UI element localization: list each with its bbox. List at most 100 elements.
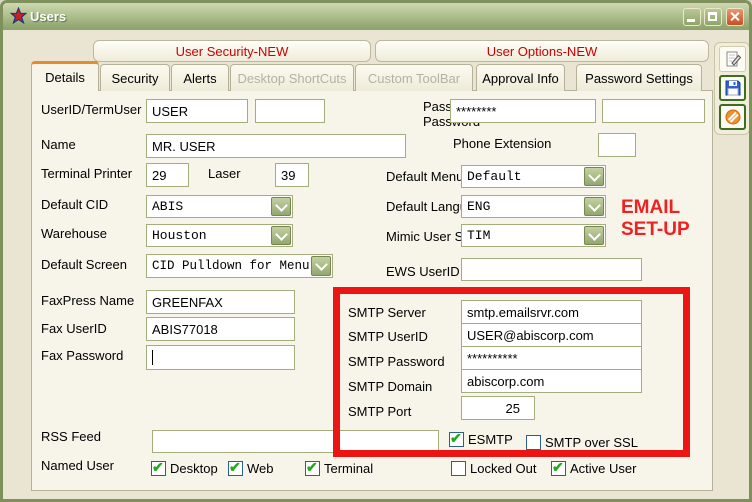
tab-alerts[interactable]: Alerts bbox=[171, 64, 229, 91]
checkmark-icon: ✔ bbox=[229, 459, 241, 476]
maximize-button[interactable] bbox=[704, 8, 722, 26]
tab-details[interactable]: Details bbox=[31, 61, 99, 91]
fax-password-input[interactable] bbox=[146, 345, 295, 370]
smtp-password-label: SMTP Password bbox=[348, 354, 445, 369]
tab-approval-info[interactable]: Approval Info bbox=[476, 64, 565, 91]
default-screen-select[interactable]: CID Pulldown for Menu bbox=[146, 254, 333, 278]
chevron-down-icon[interactable] bbox=[271, 197, 291, 216]
smtp-server-input[interactable] bbox=[461, 300, 642, 324]
web-label: Web bbox=[247, 461, 274, 476]
locked-out-checkbox[interactable] bbox=[451, 461, 466, 476]
fax-password-label: Fax Password bbox=[41, 348, 123, 363]
name-label: Name bbox=[41, 137, 76, 152]
title-bar[interactable]: Users bbox=[3, 3, 749, 30]
fax-userid-input[interactable] bbox=[146, 317, 295, 341]
esmtp-label: ESMTP bbox=[468, 432, 513, 447]
warehouse-select[interactable]: Houston bbox=[146, 224, 293, 247]
tab-desktop-shortcuts[interactable]: Desktop ShortCuts bbox=[230, 64, 354, 91]
smtp-over-ssl-checkbox[interactable] bbox=[526, 435, 541, 450]
default-menu-label: Default Menu bbox=[386, 169, 463, 184]
minimize-icon bbox=[687, 19, 695, 22]
active-user-label: Active User bbox=[570, 461, 636, 476]
smtp-port-input[interactable] bbox=[461, 396, 535, 420]
smtp-domain-label: SMTP Domain bbox=[348, 379, 432, 394]
faxpress-name-label: FaxPress Name bbox=[41, 293, 134, 308]
checkmark-icon: ✔ bbox=[450, 430, 462, 447]
smtp-server-label: SMTP Server bbox=[348, 305, 426, 320]
mimic-user-security-value: TIM bbox=[467, 228, 490, 243]
save-icon bbox=[724, 79, 742, 97]
default-language-value: ENG bbox=[467, 199, 490, 214]
rss-feed-input[interactable] bbox=[152, 430, 439, 453]
web-checkbox[interactable]: ✔ bbox=[228, 461, 243, 476]
mimic-user-security-select[interactable]: TIM bbox=[461, 224, 606, 247]
close-button[interactable] bbox=[726, 8, 744, 26]
esmtp-checkbox[interactable]: ✔ bbox=[449, 432, 464, 447]
text-cursor bbox=[152, 350, 153, 365]
chevron-down-icon[interactable] bbox=[584, 226, 604, 245]
smtp-over-ssl-label: SMTP over SSL bbox=[545, 435, 638, 450]
default-cid-value: ABIS bbox=[152, 199, 183, 214]
cancel-button[interactable] bbox=[719, 104, 746, 130]
warehouse-label: Warehouse bbox=[41, 226, 107, 241]
ews-userid-input[interactable] bbox=[461, 258, 642, 281]
smtp-password-input[interactable] bbox=[461, 346, 642, 370]
terminal-printer-label: Terminal Printer bbox=[41, 166, 132, 181]
warehouse-value: Houston bbox=[152, 228, 207, 243]
chevron-down-icon[interactable] bbox=[584, 197, 604, 216]
locked-out-label: Locked Out bbox=[470, 461, 537, 476]
save-button[interactable] bbox=[719, 75, 746, 101]
default-language-select[interactable]: ENG bbox=[461, 195, 606, 218]
named-user-label: Named User bbox=[41, 458, 114, 473]
laser-input[interactable] bbox=[275, 163, 309, 187]
edit-record-icon bbox=[724, 50, 742, 68]
active-user-checkbox[interactable]: ✔ bbox=[551, 461, 566, 476]
smtp-userid-label: SMTP UserID bbox=[348, 329, 428, 344]
smtp-domain-input[interactable] bbox=[461, 369, 642, 393]
tab-password-settings[interactable]: Password Settings bbox=[576, 64, 702, 91]
phone-extension-label: Phone Extension bbox=[453, 136, 551, 151]
name-input[interactable] bbox=[146, 134, 406, 158]
side-toolbar bbox=[714, 42, 750, 135]
window-title: Users bbox=[30, 9, 66, 24]
fax-userid-label: Fax UserID bbox=[41, 321, 107, 336]
terminal-printer-input[interactable] bbox=[146, 163, 189, 187]
desktop-checkbox[interactable]: ✔ bbox=[151, 461, 166, 476]
checkmark-icon: ✔ bbox=[306, 459, 318, 476]
laser-label: Laser bbox=[208, 166, 241, 181]
cancel-icon bbox=[724, 108, 742, 126]
terminal-checkbox[interactable]: ✔ bbox=[305, 461, 320, 476]
userid2-input[interactable] bbox=[255, 99, 325, 123]
default-screen-label: Default Screen bbox=[41, 257, 127, 272]
chevron-down-icon[interactable] bbox=[311, 256, 331, 276]
ews-userid-label: EWS UserID bbox=[386, 264, 460, 279]
checkmark-icon: ✔ bbox=[552, 459, 564, 476]
smtp-userid-input[interactable] bbox=[461, 323, 642, 347]
edit-record-button[interactable] bbox=[719, 46, 746, 72]
password-input[interactable] bbox=[450, 99, 596, 123]
default-cid-select[interactable]: ABIS bbox=[146, 195, 293, 218]
default-menu-select[interactable]: Default bbox=[461, 165, 606, 188]
user-security-new-button[interactable]: User Security-NEW bbox=[93, 40, 371, 62]
desktop-label: Desktop bbox=[170, 461, 218, 476]
default-screen-value: CID Pulldown for Menu bbox=[152, 259, 310, 273]
default-cid-label: Default CID bbox=[41, 197, 108, 212]
password2-input[interactable] bbox=[602, 99, 705, 123]
tab-custom-toolbar[interactable]: Custom ToolBar bbox=[355, 64, 473, 91]
chevron-down-icon[interactable] bbox=[584, 167, 604, 186]
userid-label: UserID/TermUser bbox=[41, 102, 141, 117]
userid-input[interactable] bbox=[146, 99, 248, 123]
faxpress-name-input[interactable] bbox=[146, 290, 295, 314]
default-menu-value: Default bbox=[467, 169, 522, 184]
minimize-button[interactable] bbox=[683, 8, 701, 26]
tab-security[interactable]: Security bbox=[100, 64, 170, 91]
star-icon bbox=[10, 7, 27, 24]
rss-feed-label: RSS Feed bbox=[41, 429, 101, 444]
maximize-icon bbox=[708, 12, 717, 21]
smtp-port-label: SMTP Port bbox=[348, 404, 411, 419]
terminal-label: Terminal bbox=[324, 461, 373, 476]
user-options-new-button[interactable]: User Options-NEW bbox=[375, 40, 709, 62]
phone-extension-input[interactable] bbox=[598, 133, 636, 157]
users-window: Users User Security-NEW User Options-NEW bbox=[0, 0, 752, 502]
chevron-down-icon[interactable] bbox=[271, 226, 291, 245]
